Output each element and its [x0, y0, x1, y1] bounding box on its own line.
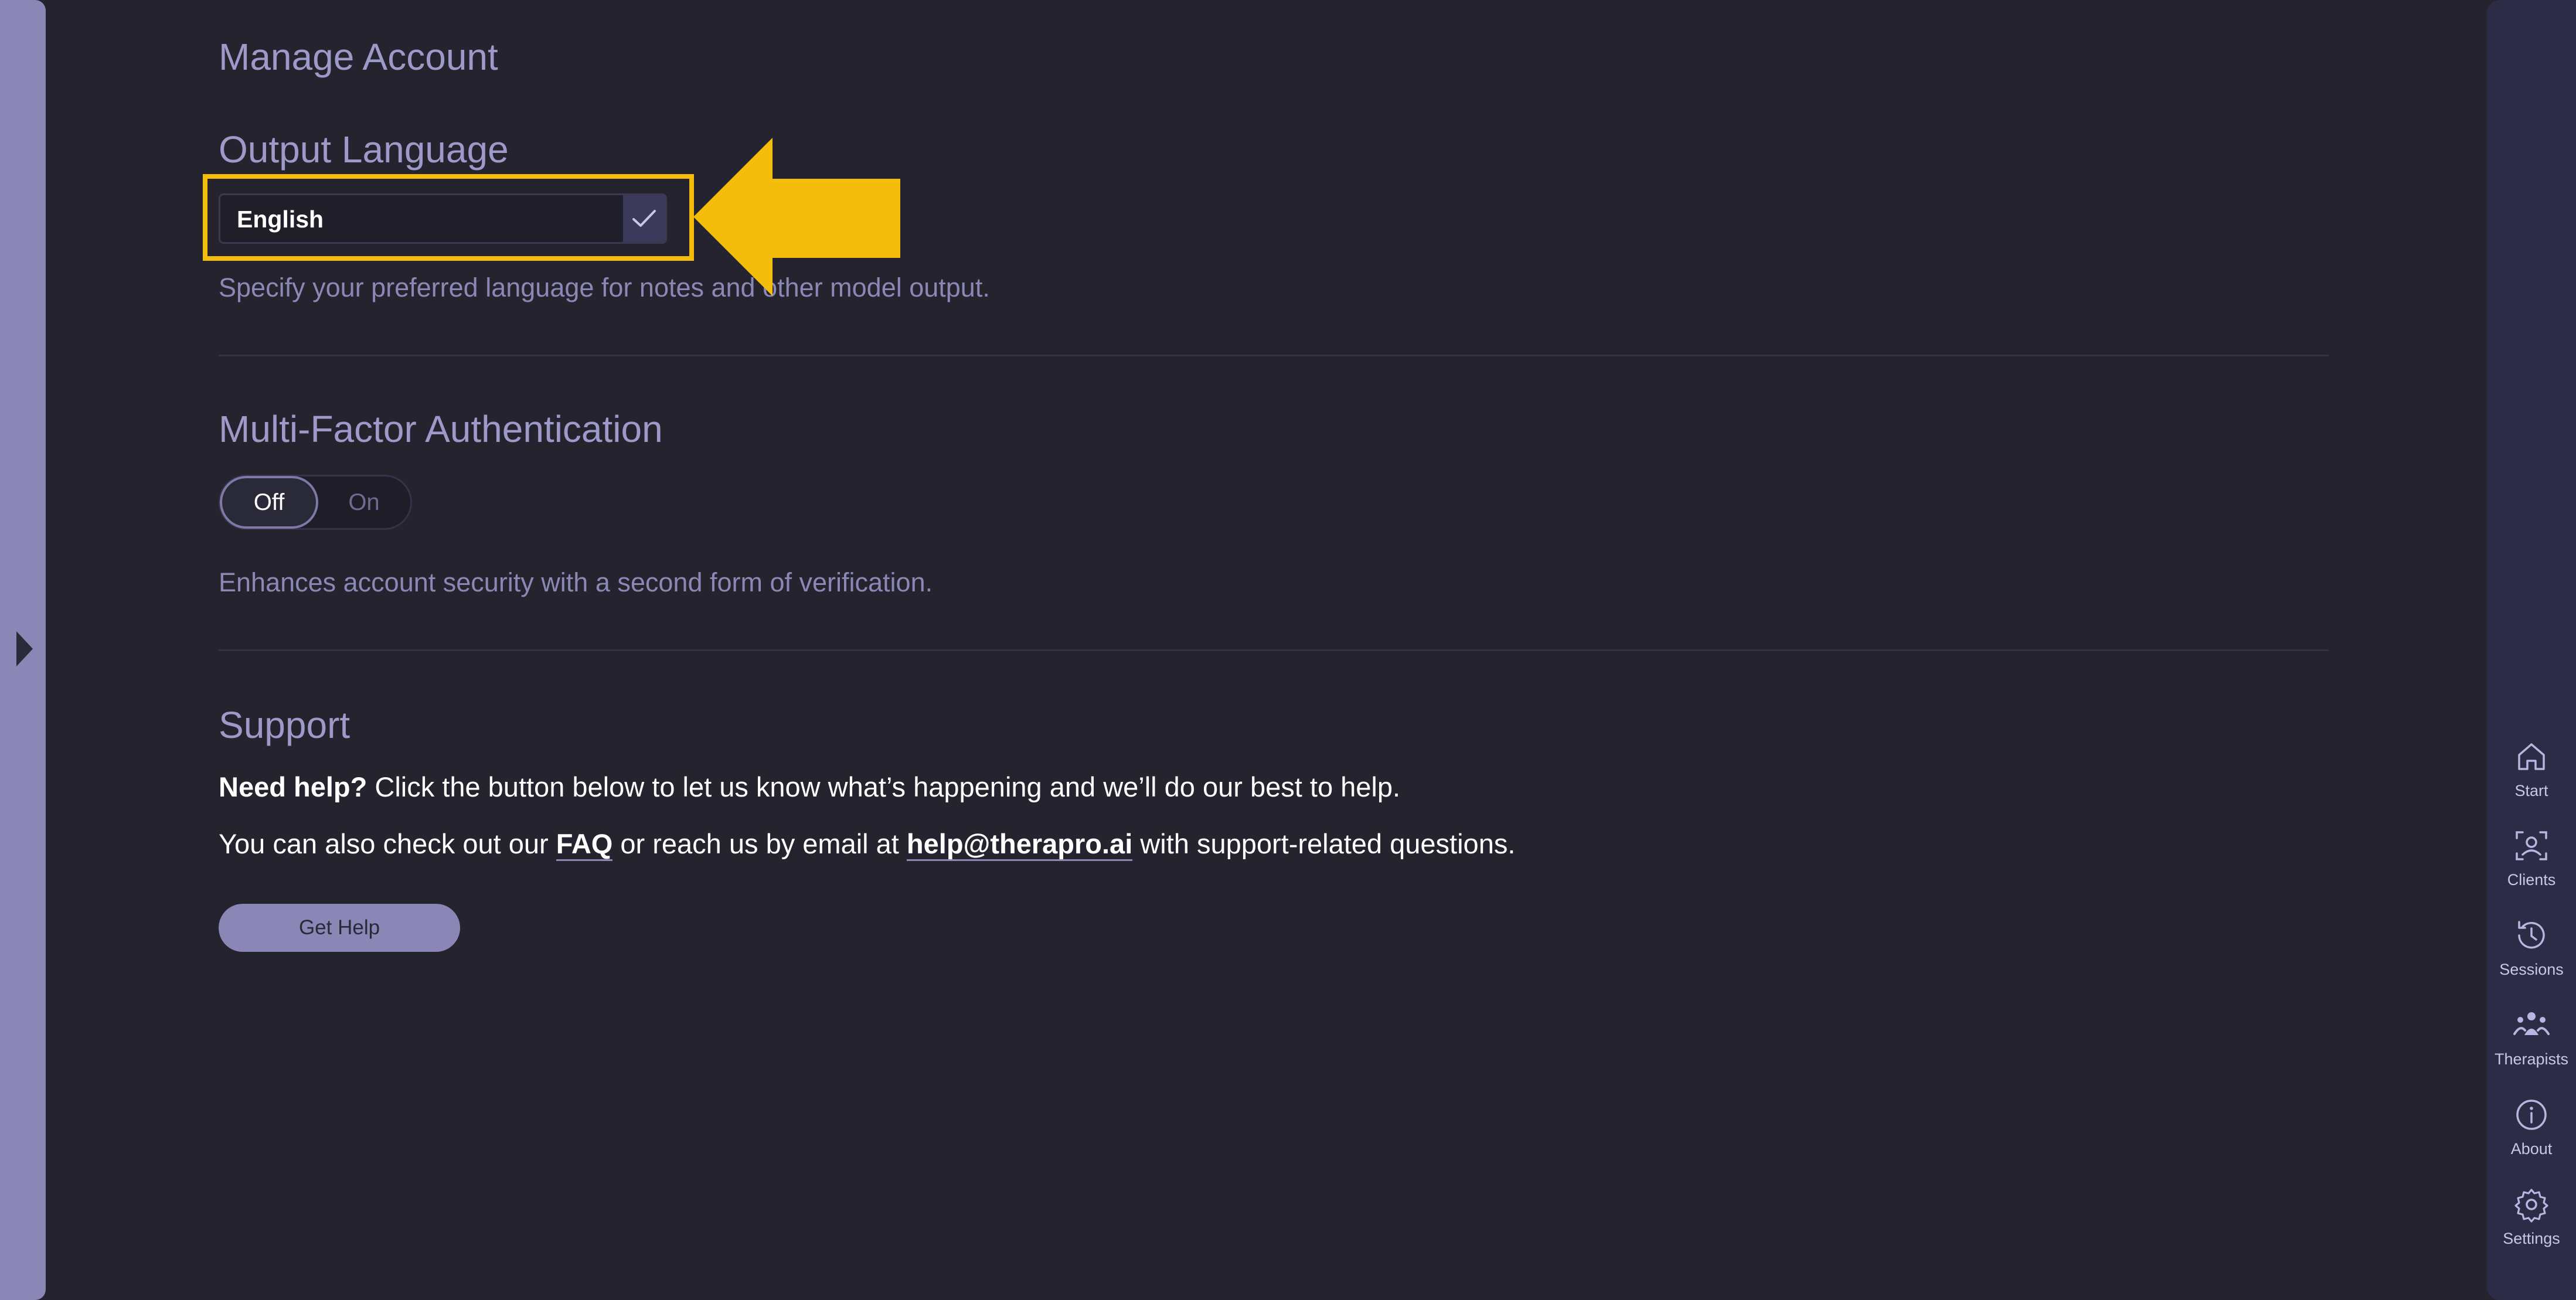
nav-item-label: Start: [2514, 782, 2548, 799]
nav-item-label: Therapists: [2494, 1050, 2569, 1068]
get-help-button[interactable]: Get Help: [219, 904, 460, 952]
mfa-description: Enhances account security with a second …: [219, 567, 933, 597]
support-contact-start: You can also check out our: [219, 828, 556, 859]
support-heading: Support: [219, 704, 351, 746]
gear-icon: [2514, 1189, 2548, 1223]
info-icon: [2516, 1100, 2547, 1130]
expand-sidebar-icon[interactable]: [16, 631, 33, 666]
mfa-toggle[interactable]: Off On: [219, 475, 412, 530]
output-language-heading: Output Language: [219, 128, 509, 171]
highlight-box: [203, 174, 694, 261]
mfa-heading: Multi-Factor Authentication: [219, 408, 663, 450]
nav-item-label: Sessions: [2499, 961, 2564, 978]
settings-page: Manage Account Output Language English S…: [0, 0, 2576, 1300]
pointer-arrow-icon: [693, 138, 900, 296]
nav-item-sessions[interactable]: Sessions: [2487, 916, 2576, 998]
faq-link[interactable]: FAQ: [556, 828, 613, 861]
mfa-off-option[interactable]: Off: [222, 478, 316, 526]
home-icon: [2518, 743, 2545, 770]
mfa-on-option[interactable]: On: [317, 478, 411, 526]
support-email-link[interactable]: help@therapro.ai: [906, 828, 1133, 861]
nav-item-label: Settings: [2503, 1230, 2560, 1247]
nav-item-clients[interactable]: Clients: [2487, 826, 2576, 908]
support-contact-mid: or reach us by email at: [612, 828, 907, 859]
therapists-icon: [2513, 1012, 2550, 1035]
nav-item-label: Clients: [2507, 871, 2556, 889]
nav-item-settings[interactable]: Settings: [2487, 1185, 2576, 1267]
support-help-rest: Click the button below to let us know wh…: [367, 771, 1401, 802]
nav-item-about[interactable]: About: [2487, 1095, 2576, 1178]
support-help-text: Need help? Click the button below to let…: [219, 771, 1400, 803]
right-nav-rail: Start Clients Sessions Therapists About …: [2487, 0, 2576, 1300]
page-title: Manage Account: [219, 36, 498, 78]
nav-item-therapists[interactable]: Therapists: [2487, 1006, 2576, 1088]
history-icon: [2518, 921, 2545, 949]
clients-icon: [2516, 831, 2547, 860]
support-contact-end: with support-related questions.: [1132, 828, 1516, 859]
section-divider: [219, 649, 2329, 651]
nav-item-label: About: [2510, 1140, 2553, 1158]
need-help-text: Need help?: [219, 771, 367, 802]
left-sidebar-collapsed: [0, 0, 46, 1300]
section-divider: [219, 355, 2329, 356]
support-contact-text: You can also check out our FAQ or reach …: [219, 828, 1516, 861]
nav-item-start[interactable]: Start: [2487, 737, 2576, 819]
